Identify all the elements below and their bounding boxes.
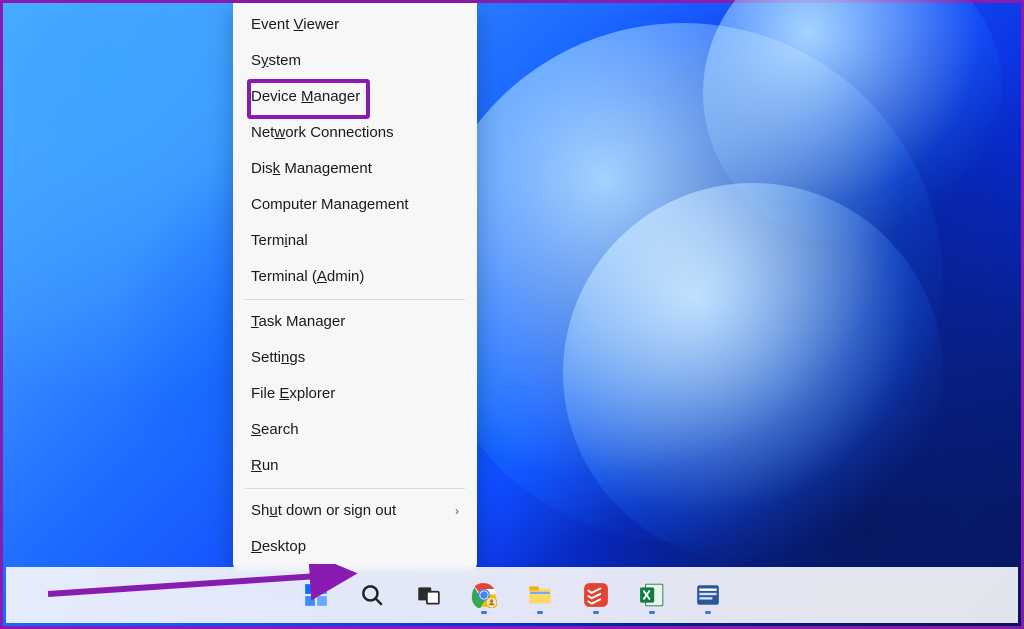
menu-item-label: Run — [251, 456, 279, 476]
menu-item-event-viewer[interactable]: Event Viewer — [237, 7, 473, 43]
word-icon — [695, 582, 721, 608]
menu-item-terminal[interactable]: Terminal — [237, 223, 473, 259]
todoist-icon — [583, 582, 609, 608]
chrome-app[interactable] — [464, 575, 504, 615]
explorer-icon — [527, 582, 553, 608]
menu-item-settings[interactable]: Settings — [237, 340, 473, 376]
menu-item-desktop[interactable]: Desktop — [237, 529, 473, 565]
running-indicator — [649, 611, 655, 614]
excel-app[interactable] — [632, 575, 672, 615]
menu-item-label: Device Manager — [251, 87, 360, 107]
menu-item-label: Computer Management — [251, 195, 409, 215]
running-indicator — [705, 611, 711, 614]
task-view-button[interactable] — [408, 575, 448, 615]
search-icon — [359, 582, 385, 608]
running-indicator — [537, 611, 543, 614]
menu-item-shut-down-or-sign-out[interactable]: Shut down or sign out › — [237, 493, 473, 529]
menu-item-label: Event Viewer — [251, 15, 339, 35]
winx-context-menu: Event Viewer System Device Manager Network … — [233, 3, 477, 571]
menu-item-label: System — [251, 51, 301, 71]
menu-item-terminal-admin[interactable]: Terminal (Admin) — [237, 259, 473, 295]
menu-item-label: Terminal — [251, 231, 308, 251]
menu-separator — [245, 488, 465, 489]
todoist-app[interactable] — [576, 575, 616, 615]
menu-item-label: Settings — [251, 348, 305, 368]
menu-item-run[interactable]: Run — [237, 448, 473, 484]
chevron-right-icon: › — [455, 501, 459, 521]
menu-item-label: Network Connections — [251, 123, 394, 143]
start-icon — [303, 582, 329, 608]
menu-item-label: Disk Management — [251, 159, 372, 179]
menu-item-label: File Explorer — [251, 384, 335, 404]
taskbar — [6, 567, 1018, 623]
menu-separator — [245, 299, 465, 300]
menu-item-label: Shut down or sign out — [251, 501, 396, 521]
menu-item-label: Desktop — [251, 537, 306, 557]
menu-item-computer-management[interactable]: Computer Management — [237, 187, 473, 223]
taskview-icon — [415, 582, 441, 608]
chrome-icon — [471, 582, 497, 608]
menu-item-label: Search — [251, 420, 299, 440]
menu-item-search[interactable]: Search — [237, 412, 473, 448]
desktop-wallpaper — [3, 3, 1021, 626]
menu-item-device-manager[interactable]: Device Manager — [237, 79, 473, 115]
menu-item-task-manager[interactable]: Task Manager — [237, 304, 473, 340]
running-indicator — [593, 611, 599, 614]
search-button[interactable] — [352, 575, 392, 615]
menu-item-label: Task Manager — [251, 312, 345, 332]
menu-item-system[interactable]: System — [237, 43, 473, 79]
file-explorer-app[interactable] — [520, 575, 560, 615]
menu-item-disk-management[interactable]: Disk Management — [237, 151, 473, 187]
excel-icon — [639, 582, 665, 608]
menu-item-file-explorer[interactable]: File Explorer — [237, 376, 473, 412]
menu-item-network-connections[interactable]: Network Connections — [237, 115, 473, 151]
running-indicator — [481, 611, 487, 614]
word-app[interactable] — [688, 575, 728, 615]
menu-item-label: Terminal (Admin) — [251, 267, 364, 287]
start-button[interactable] — [296, 575, 336, 615]
